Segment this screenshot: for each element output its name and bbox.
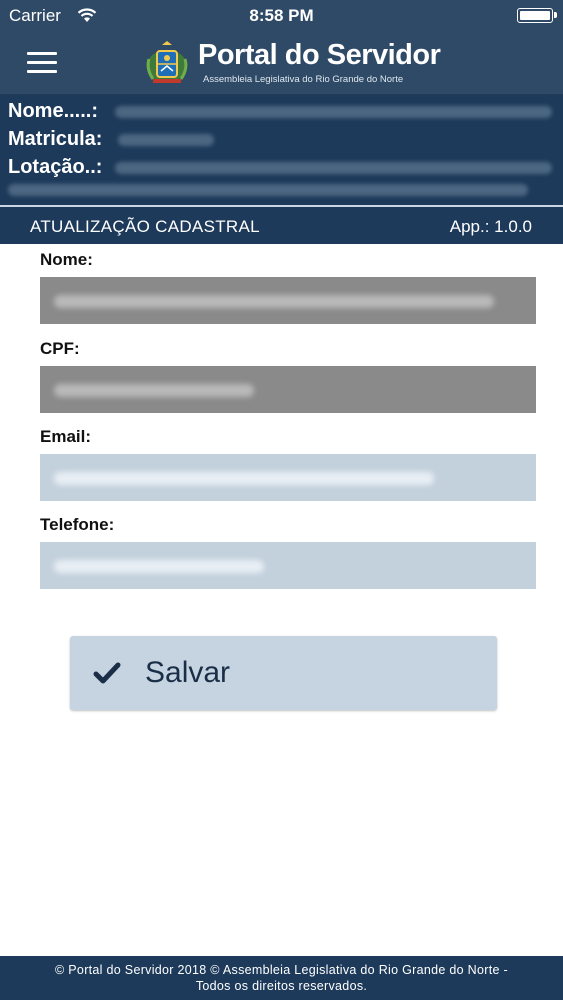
- telefone-field[interactable]: [40, 542, 536, 589]
- section-header: ATUALIZAÇÃO CADASTRAL App.: 1.0.0: [0, 207, 563, 244]
- email-field-value-redacted: [54, 472, 434, 485]
- footer-line-2: Todos os direitos reservados.: [195, 979, 368, 993]
- crest-icon: [146, 41, 188, 83]
- nome-field: [40, 277, 536, 324]
- footer: © Portal do Servidor 2018 © Assembleia L…: [0, 956, 563, 1000]
- lotacao-value-redacted-line2: [8, 184, 528, 196]
- checkmark-icon: [93, 662, 121, 684]
- matricula-label: Matricula:: [8, 128, 103, 150]
- hamburger-menu-icon[interactable]: [27, 52, 57, 74]
- lotacao-value-redacted: [115, 162, 552, 174]
- nome-value-redacted: [115, 106, 552, 118]
- section-title: ATUALIZAÇÃO CADASTRAL: [30, 217, 260, 236]
- cpf-field: [40, 366, 536, 413]
- clock: 8:58 PM: [249, 6, 314, 25]
- user-info-panel: Nome.....: Matricula: Lotação..:: [0, 94, 563, 206]
- nome-field-value-redacted: [54, 295, 494, 308]
- cpf-field-value-redacted: [54, 384, 254, 397]
- save-button-label: Salvar: [145, 656, 231, 689]
- save-button[interactable]: Salvar: [70, 636, 497, 710]
- status-bar: Carrier 8:58 PM: [0, 0, 563, 32]
- telefone-field-label: Telefone:: [40, 515, 115, 534]
- email-field-label: Email:: [40, 427, 92, 446]
- app-version: App.: 1.0.0: [449, 217, 532, 236]
- lotacao-label: Lotação..:: [8, 156, 103, 178]
- app-subtitle: Assembleia Legislativa do Rio Grande do …: [203, 74, 404, 85]
- app-header: Portal do Servidor Assembleia Legislativ…: [0, 32, 563, 94]
- footer-line-1: © Portal do Servidor 2018 © Assembleia L…: [55, 963, 508, 977]
- battery-icon: [517, 8, 557, 23]
- cpf-field-label: CPF:: [40, 339, 80, 358]
- nome-label: Nome.....:: [8, 100, 99, 122]
- matricula-value-redacted: [118, 134, 214, 146]
- telefone-field-value-redacted: [54, 560, 264, 573]
- nome-field-label: Nome:: [40, 250, 93, 269]
- email-field[interactable]: [40, 454, 536, 501]
- app-title: Portal do Servidor: [198, 39, 441, 71]
